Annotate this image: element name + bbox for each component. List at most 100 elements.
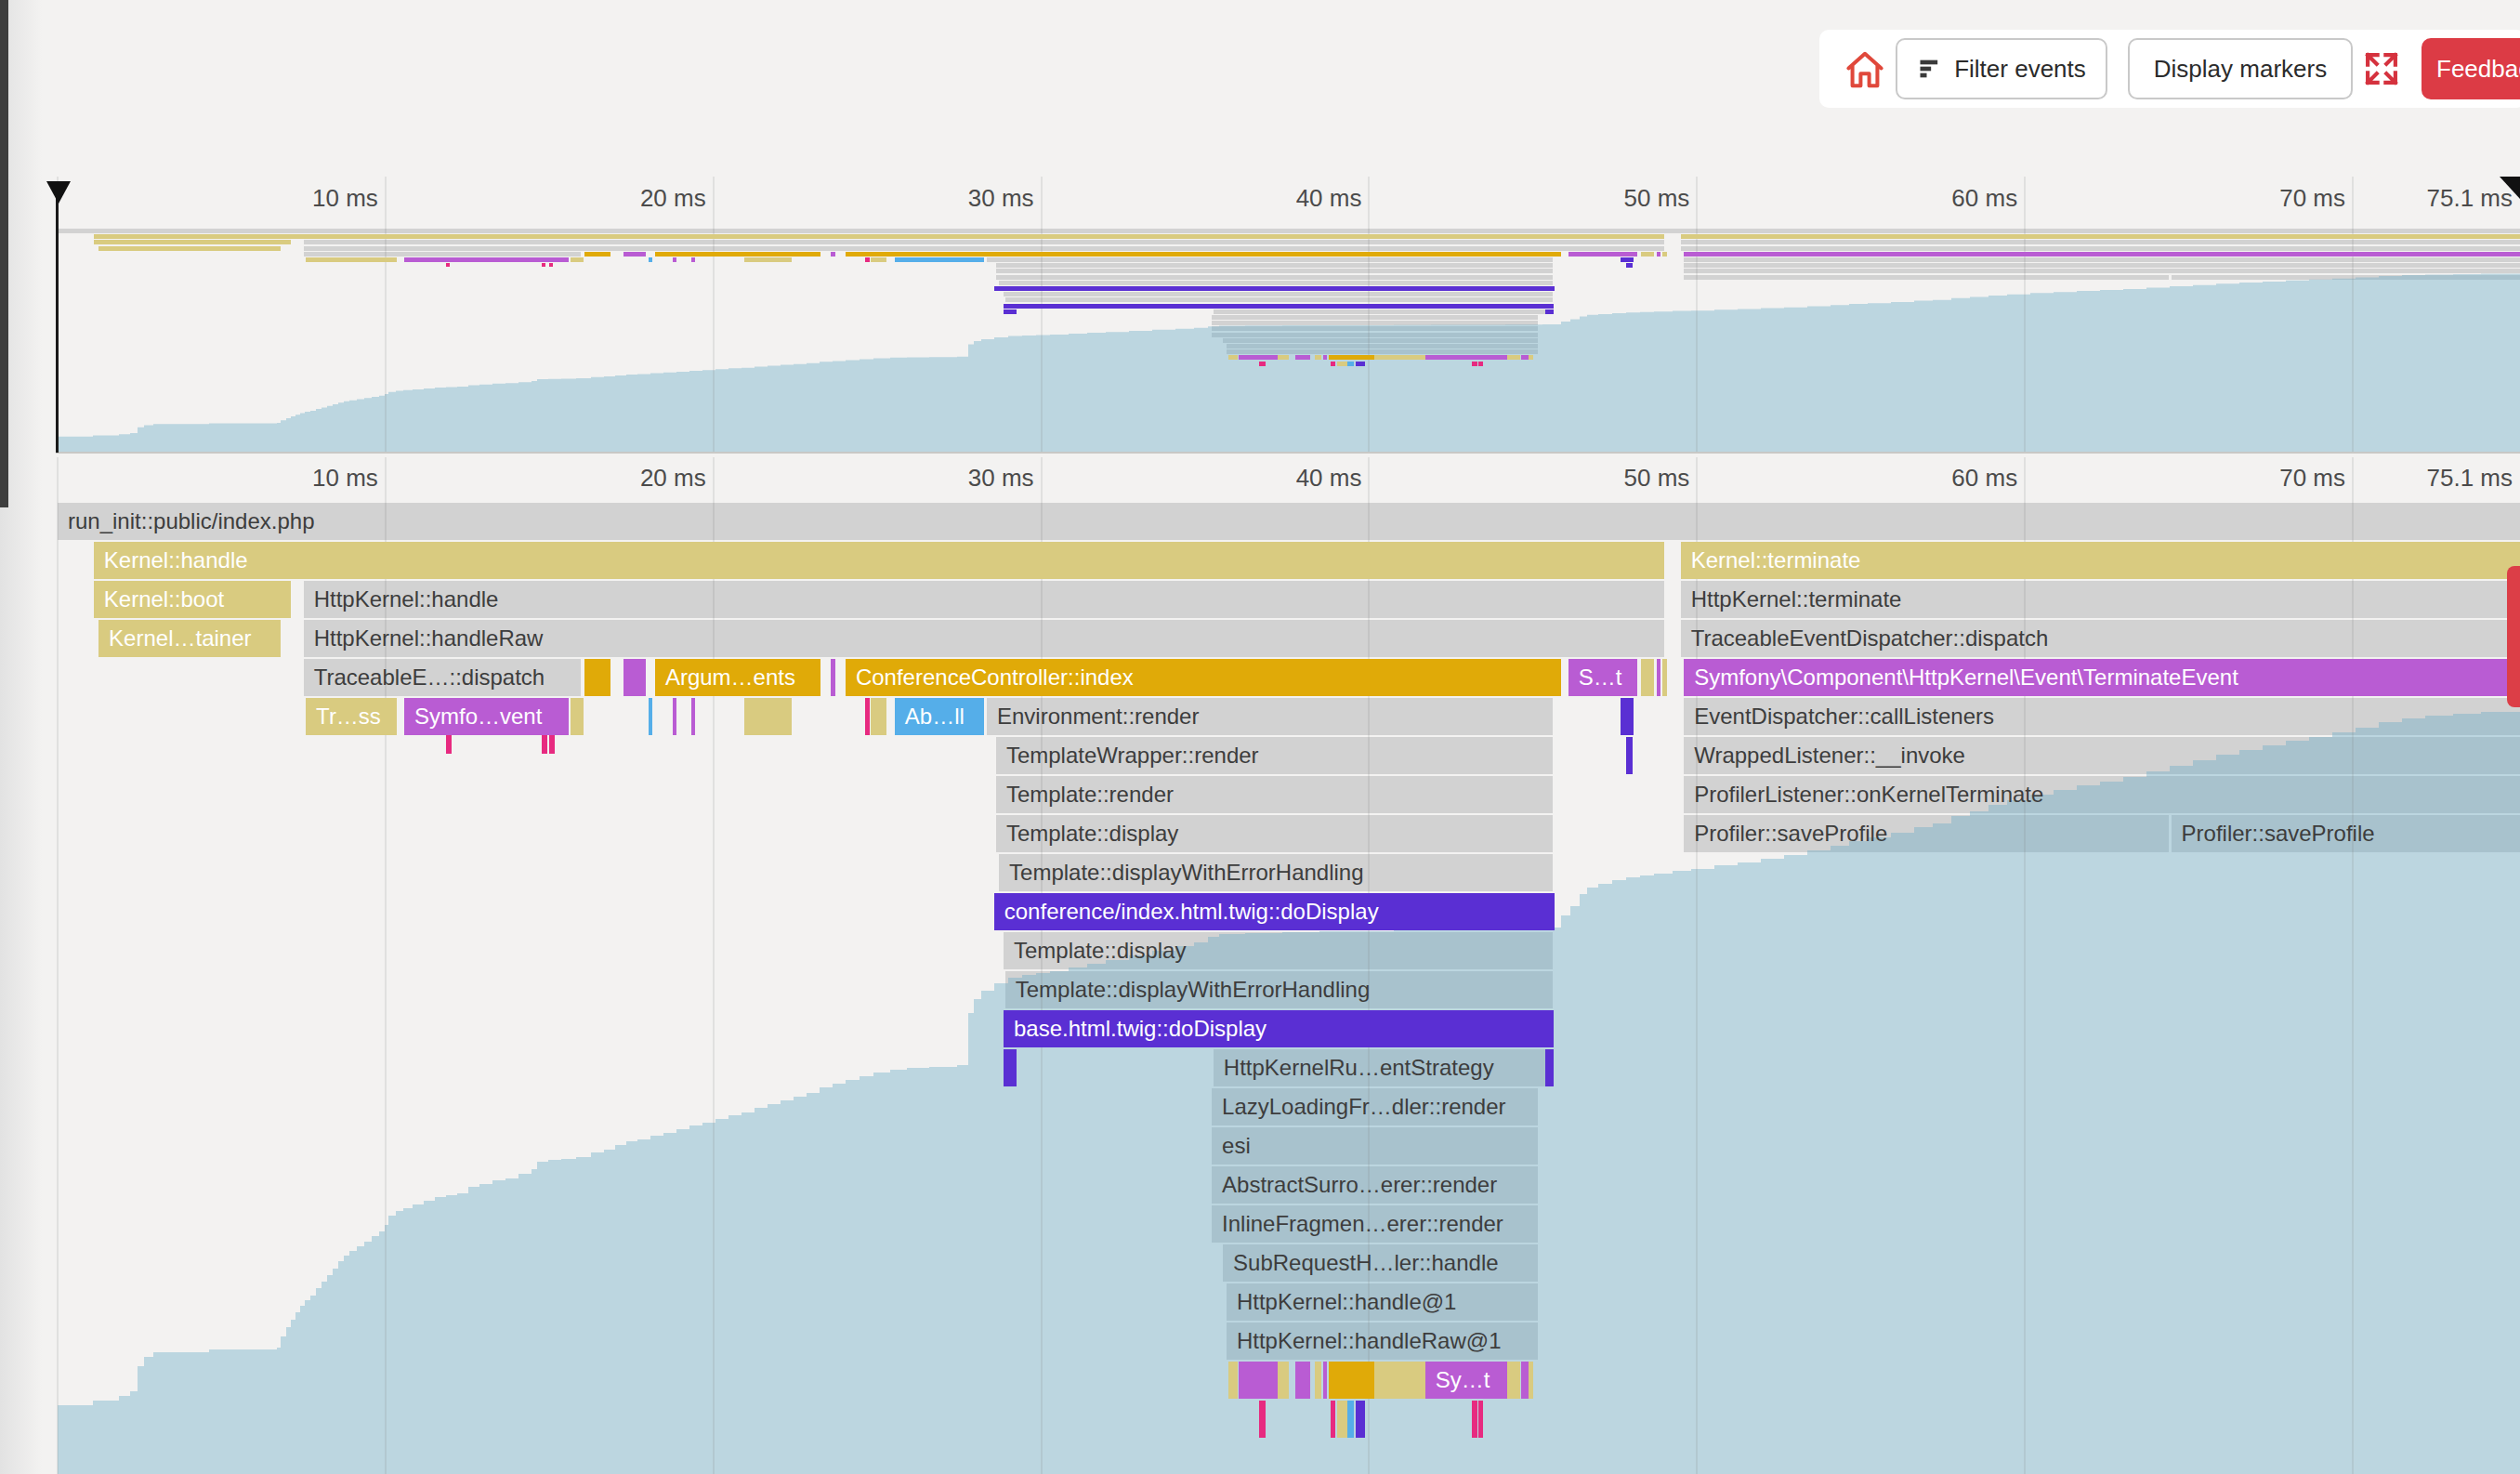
timeline-bar[interactable]: Tr…ss <box>306 698 397 735</box>
timeline-bar[interactable]: HttpKernel::terminate <box>1681 581 2520 618</box>
timeline-bar-fragment[interactable] <box>1621 698 1634 735</box>
timeline-bar-label: WrappedListener::__invoke <box>1684 737 2520 774</box>
timeline-bar[interactable]: esi <box>1212 1127 1538 1165</box>
minimap-bar <box>999 281 1553 285</box>
axis-tick-label: 30 ms <box>886 464 1034 493</box>
timeline-bar[interactable]: HttpKernel::handleRaw@1 <box>1227 1323 1538 1360</box>
timeline-bar[interactable]: S…t <box>1568 659 1637 696</box>
timeline-bar[interactable]: HttpKernel::handle@1 <box>1227 1283 1538 1321</box>
timeline-bar-fragment[interactable] <box>831 659 835 696</box>
minimap-bar <box>1478 362 1483 366</box>
timeline-bar-fragment[interactable] <box>1641 659 1654 696</box>
timeline-bar-fragment[interactable] <box>1507 1362 1520 1399</box>
timeline-bar-fragment[interactable] <box>1228 1362 1238 1399</box>
timeline-bar-fragment[interactable] <box>1529 1362 1533 1399</box>
timeline-bar[interactable]: Profiler::saveProfile <box>1684 815 2169 852</box>
timeline-bar-fragment[interactable] <box>1278 1362 1289 1399</box>
timeline-bar-fragment[interactable] <box>1478 1401 1483 1438</box>
timeline-bar-fragment[interactable] <box>1337 1401 1347 1438</box>
timeline-bar[interactable]: Kernel::handle <box>94 542 1664 579</box>
timeline-bar[interactable]: Profiler::saveProfile <box>2172 815 2520 852</box>
fullscreen-icon[interactable] <box>2362 49 2401 88</box>
timeline-bar[interactable]: Argum…ents <box>655 659 820 696</box>
timeline-bar[interactable]: EventDispatcher::callListeners <box>1684 698 2520 735</box>
event-marker <box>446 735 452 754</box>
timeline-bar-fragment[interactable] <box>1331 1401 1335 1438</box>
timeline-bar-label: HttpKernel::handle <box>304 581 1664 618</box>
timeline-bar-fragment[interactable] <box>1521 1362 1529 1399</box>
timeline-bar[interactable]: ProfilerListener::onKernelTerminate <box>1684 776 2520 813</box>
feedback-button[interactable]: Feedback <box>2422 38 2520 99</box>
timeline-bar-fragment[interactable] <box>1347 1401 1354 1438</box>
timeline-bar[interactable]: Kernel::boot <box>94 581 291 618</box>
timeline-bar[interactable]: Kernel…tainer <box>98 620 281 657</box>
timeline-bar[interactable]: ConferenceController::index <box>846 659 1561 696</box>
timeline-bar-fragment[interactable] <box>1259 1401 1266 1438</box>
timeline-bar[interactable]: Environment::render <box>987 698 1553 735</box>
timeline-bar-label: EventDispatcher::callListeners <box>1684 698 2520 735</box>
timeline-bar-fragment[interactable] <box>1472 1401 1477 1438</box>
timeline-bar[interactable]: Template::display <box>996 815 1553 852</box>
timeline-bar-fragment[interactable] <box>744 698 792 735</box>
timeline-bar-fragment[interactable] <box>673 698 676 735</box>
timeline-bar[interactable]: TraceableE…::dispatch <box>304 659 581 696</box>
timeline-bar-label: HttpKernel::handleRaw@1 <box>1227 1323 1538 1360</box>
timeline-bar[interactable]: HttpKernelRu…entStrategy <box>1214 1049 1545 1086</box>
timeline-bar-fragment[interactable] <box>584 659 610 696</box>
timeline-bar[interactable]: Kernel::terminate <box>1681 542 2520 579</box>
timeline-bar[interactable]: TemplateWrapper::render <box>996 737 1553 774</box>
timeline-bar[interactable]: Ab…ll <box>895 698 984 735</box>
timeline-bar-fragment[interactable] <box>1004 1049 1017 1086</box>
filter-events-button[interactable]: Filter events <box>1896 38 2107 99</box>
display-markers-button[interactable]: Display markers <box>2128 38 2353 99</box>
timeline-bar-fragment[interactable] <box>691 698 695 735</box>
timeline-bar-fragment[interactable] <box>1662 659 1667 696</box>
timeline-bar-fragment[interactable] <box>1374 1362 1425 1399</box>
timeline-bar[interactable]: Symfony\Component\HttpKernel\Event\Termi… <box>1684 659 2520 696</box>
timeline-bar[interactable]: WrappedListener::__invoke <box>1684 737 2520 774</box>
timeline-bar-fragment[interactable] <box>623 659 646 696</box>
timeline-bar-fragment[interactable] <box>1545 1049 1554 1086</box>
timeline-bar[interactable]: Template::render <box>996 776 1553 813</box>
timeline-bar-fragment[interactable] <box>571 698 584 735</box>
timeline-bar[interactable]: InlineFragmen…erer::render <box>1212 1205 1538 1243</box>
timeline-bar-fragment[interactable] <box>1356 1401 1365 1438</box>
timeline-bar[interactable]: SubRequestH…ler::handle <box>1223 1244 1538 1282</box>
timeline-bar[interactable]: Sy…t <box>1425 1362 1507 1399</box>
minimap-bar <box>994 286 1555 291</box>
timeline-bar-fragment[interactable] <box>1315 1362 1321 1399</box>
timeline-bar-fragment[interactable] <box>871 698 886 735</box>
timeline-bar[interactable]: HttpKernel::handleRaw <box>304 620 1664 657</box>
timeline-bar[interactable]: AbstractSurro…erer::render <box>1212 1166 1538 1204</box>
timeline-bar[interactable]: LazyLoadingFr…dler::render <box>1212 1088 1538 1125</box>
timeline-bar-fragment[interactable] <box>865 698 870 735</box>
timeline-bar[interactable]: Template::display <box>1004 932 1553 969</box>
minimap-left-handle[interactable] <box>56 181 59 453</box>
timeline-bar-fragment[interactable] <box>1329 1362 1374 1399</box>
minimap-bar <box>304 252 581 257</box>
timeline-bar-fragment[interactable] <box>1323 1362 1327 1399</box>
timeline-bar[interactable]: run_init::public/index.php <box>58 503 2520 540</box>
timeline-bar-fragment[interactable] <box>649 698 652 735</box>
minimap-bar <box>58 229 2520 233</box>
minimap-bar <box>1684 252 2520 257</box>
timeline-bar-fragment[interactable] <box>1626 737 1633 774</box>
timeline-bar[interactable]: HttpKernel::handle <box>304 581 1664 618</box>
minimap-bar <box>1239 355 1278 360</box>
right-edge-tab[interactable] <box>2507 566 2520 707</box>
home-icon[interactable] <box>1844 48 1886 91</box>
timeline-bar-fragment[interactable] <box>1239 1362 1278 1399</box>
timeline-bar[interactable]: conference/index.html.twig::doDisplay <box>994 893 1555 930</box>
timeline-bar[interactable]: Symfo…vent <box>404 698 569 735</box>
axis-tick-label: 70 ms <box>2197 464 2345 493</box>
timeline-bar[interactable]: base.html.twig::doDisplay <box>1004 1010 1554 1047</box>
timeline-bar[interactable]: Template::displayWithErrorHandling <box>999 854 1553 891</box>
timeline-bar-fragment[interactable] <box>1657 659 1660 696</box>
timeline-bar[interactable]: Template::displayWithErrorHandling <box>1005 971 1553 1008</box>
minimap-bar <box>1684 257 2520 262</box>
minimap-bar <box>1315 355 1321 360</box>
minimap-bar <box>404 257 569 262</box>
timeline-bar-label: base.html.twig::doDisplay <box>1004 1010 1554 1047</box>
timeline-bar[interactable]: TraceableEventDispatcher::dispatch <box>1681 620 2520 657</box>
timeline-bar-fragment[interactable] <box>1295 1362 1310 1399</box>
